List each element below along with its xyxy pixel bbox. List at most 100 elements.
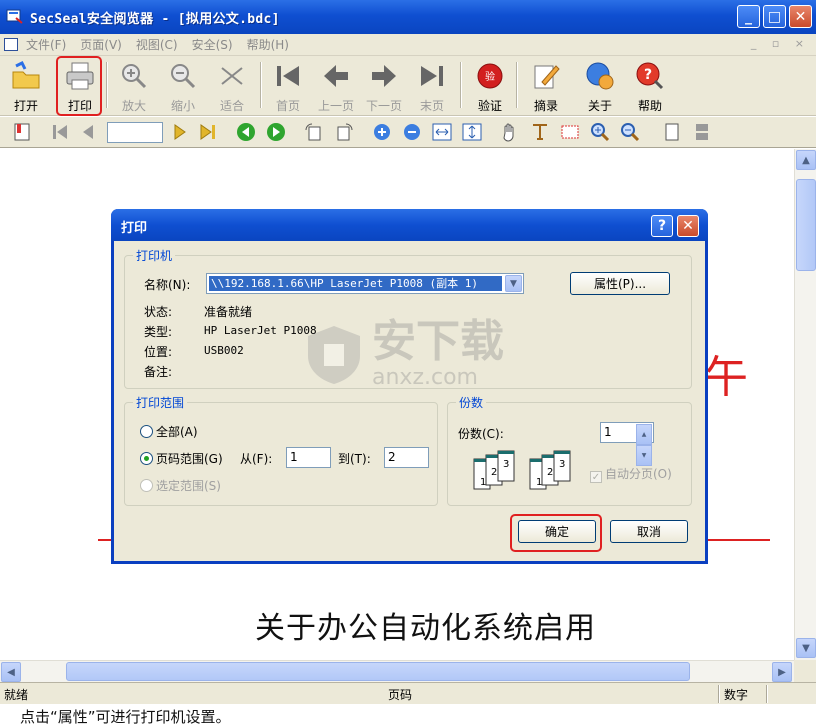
watermark: 安下载 anxz.com xyxy=(304,319,504,390)
page-number-input[interactable] xyxy=(107,122,163,143)
to-input[interactable]: 2 xyxy=(384,447,429,468)
dialog-help-button[interactable]: ? xyxy=(651,215,673,237)
radio-icon xyxy=(140,425,153,438)
prev-page-small-icon[interactable] xyxy=(78,122,98,142)
dialog-title-bar: 打印 ? ✕ xyxy=(111,209,708,241)
last-page-small-icon[interactable] xyxy=(198,122,218,142)
snapshot-icon[interactable] xyxy=(560,122,580,142)
prev-page-icon xyxy=(324,65,348,87)
excerpt-icon xyxy=(534,65,560,89)
watermark-logo xyxy=(308,325,360,384)
scroll-up-icon[interactable]: ▲ xyxy=(796,150,816,170)
scroll-right-icon[interactable]: ▶ xyxy=(772,662,792,682)
type-label: 类型: xyxy=(144,325,173,339)
zoom-in-small-icon[interactable] xyxy=(372,122,392,142)
menu-view[interactable]: 视图(C) xyxy=(136,36,178,53)
last-page-icon xyxy=(421,66,443,86)
status-bar: 就绪 页码 数字 xyxy=(0,682,816,704)
properties-button[interactable]: 属性(P)... xyxy=(570,272,670,295)
copies-label: 份数(C): xyxy=(458,427,504,441)
menu-security[interactable]: 安全(S) xyxy=(192,36,233,53)
minimize-button[interactable]: _ xyxy=(737,5,760,28)
ok-button[interactable]: 确定 xyxy=(518,520,596,543)
svg-text:验: 验 xyxy=(485,70,495,83)
about-button[interactable]: 关于 xyxy=(576,58,624,114)
menu-bar: 文件(F) 页面(V) 视图(C) 安全(S) 帮助(H) _ ▫ × xyxy=(0,34,816,56)
printer-name-select[interactable]: \\192.168.1.66\HP LaserJet P1008 (副本 1) … xyxy=(206,273,524,294)
next-page-button[interactable]: 下一页 xyxy=(360,58,408,114)
collate-page-3: 3 xyxy=(503,459,509,470)
magnify-out-icon[interactable] xyxy=(620,122,640,142)
fit-button[interactable]: 适合 xyxy=(208,58,256,114)
fit-width-icon[interactable] xyxy=(432,122,452,142)
range-selection-radio[interactable]: 选定范围(S) xyxy=(140,477,221,494)
last-page-button[interactable]: 末页 xyxy=(408,58,456,114)
close-button[interactable]: ✕ xyxy=(789,5,812,28)
spin-down-icon[interactable]: ▼ xyxy=(636,445,652,466)
bookmark-icon[interactable] xyxy=(12,122,32,142)
document-title: 关于办公自动化系统启用 xyxy=(255,611,596,646)
about-icon xyxy=(586,62,614,90)
zoom-out-small-icon[interactable] xyxy=(402,122,422,142)
collate-page-2: 2 xyxy=(491,467,497,478)
text-select-icon[interactable] xyxy=(530,122,550,142)
dialog-close-button[interactable]: ✕ xyxy=(677,215,699,237)
forward-icon[interactable] xyxy=(266,122,286,142)
verify-seal-icon: 验 xyxy=(477,63,503,89)
chevron-down-icon[interactable]: ▼ xyxy=(505,275,522,292)
collate-label: 自动分页(O) xyxy=(605,467,672,481)
single-page-icon[interactable] xyxy=(662,122,682,142)
cancel-button[interactable]: 取消 xyxy=(610,520,688,543)
where-label: 位置: xyxy=(144,345,173,359)
horizontal-scrollbar[interactable]: ◀ ▶ xyxy=(0,660,794,682)
mdi-controls[interactable]: _ ▫ × xyxy=(751,37,810,50)
first-page-small-icon[interactable] xyxy=(50,122,70,142)
first-page-button[interactable]: 首页 xyxy=(264,58,312,114)
horizontal-scroll-thumb[interactable] xyxy=(66,662,690,681)
from-input[interactable]: 1 xyxy=(286,447,331,468)
status-page: 页码 xyxy=(388,688,413,702)
fit-page-icon[interactable] xyxy=(462,122,482,142)
magnify-in-icon[interactable] xyxy=(590,122,610,142)
hand-tool-icon[interactable] xyxy=(500,122,520,142)
svg-text:?: ? xyxy=(644,67,652,83)
range-pages-radio[interactable]: 页码范围(G) xyxy=(140,450,223,467)
zoom-in-button[interactable]: 放大 xyxy=(110,58,158,114)
zoom-in-label: 放大 xyxy=(121,99,146,113)
print-range-title: 打印范围 xyxy=(133,394,188,411)
range-all-radio[interactable]: 全部(A) xyxy=(140,423,198,440)
copies-spinner[interactable]: ▲ ▼ xyxy=(636,424,652,466)
scroll-down-icon[interactable]: ▼ xyxy=(796,638,816,658)
menu-help[interactable]: 帮助(H) xyxy=(247,36,289,53)
back-icon[interactable] xyxy=(236,122,256,142)
prev-page-button[interactable]: 上一页 xyxy=(312,58,360,114)
vertical-scroll-thumb[interactable] xyxy=(796,179,816,271)
spin-up-icon[interactable]: ▲ xyxy=(636,424,652,445)
main-toolbar: 打开 打印 放大 缩小 适合 首页 上一页 下一页 末页 验 验证 摘录 关于 … xyxy=(0,56,816,116)
first-page-icon xyxy=(277,66,299,86)
next-page-small-icon[interactable] xyxy=(170,122,190,142)
about-label: 关于 xyxy=(587,99,612,113)
vertical-scrollbar[interactable]: ▲ ▼ xyxy=(794,149,816,660)
open-button[interactable]: 打开 xyxy=(2,58,50,114)
verify-button[interactable]: 验 验证 xyxy=(466,58,514,114)
printer-name-label: 名称(N): xyxy=(144,278,191,292)
copies-input[interactable]: 1 ▲ ▼ xyxy=(600,422,654,466)
continuous-page-icon[interactable] xyxy=(692,122,712,142)
title-bar: SecSeal安全阅览器 - [拟用公文.bdc] _ □ ✕ xyxy=(0,0,816,34)
scroll-left-icon[interactable]: ◀ xyxy=(1,662,21,682)
zoom-in-icon xyxy=(122,64,147,89)
rotate-right-icon[interactable] xyxy=(334,122,354,142)
comment-label: 备注: xyxy=(144,365,173,379)
type-value: HP LaserJet P1008 xyxy=(204,324,317,337)
rotate-left-icon[interactable] xyxy=(304,122,324,142)
zoom-out-button[interactable]: 缩小 xyxy=(159,58,207,114)
menu-file[interactable]: 文件(F) xyxy=(26,36,66,53)
status-num: 数字 xyxy=(724,688,749,702)
zoom-out-label: 缩小 xyxy=(170,99,195,113)
collate-checkbox[interactable]: ✓ 自动分页(O) xyxy=(590,465,672,483)
help-button[interactable]: ? 帮助 xyxy=(626,58,674,114)
menu-page[interactable]: 页面(V) xyxy=(80,36,122,53)
excerpt-button[interactable]: 摘录 xyxy=(522,58,570,114)
maximize-button[interactable]: □ xyxy=(763,5,786,28)
